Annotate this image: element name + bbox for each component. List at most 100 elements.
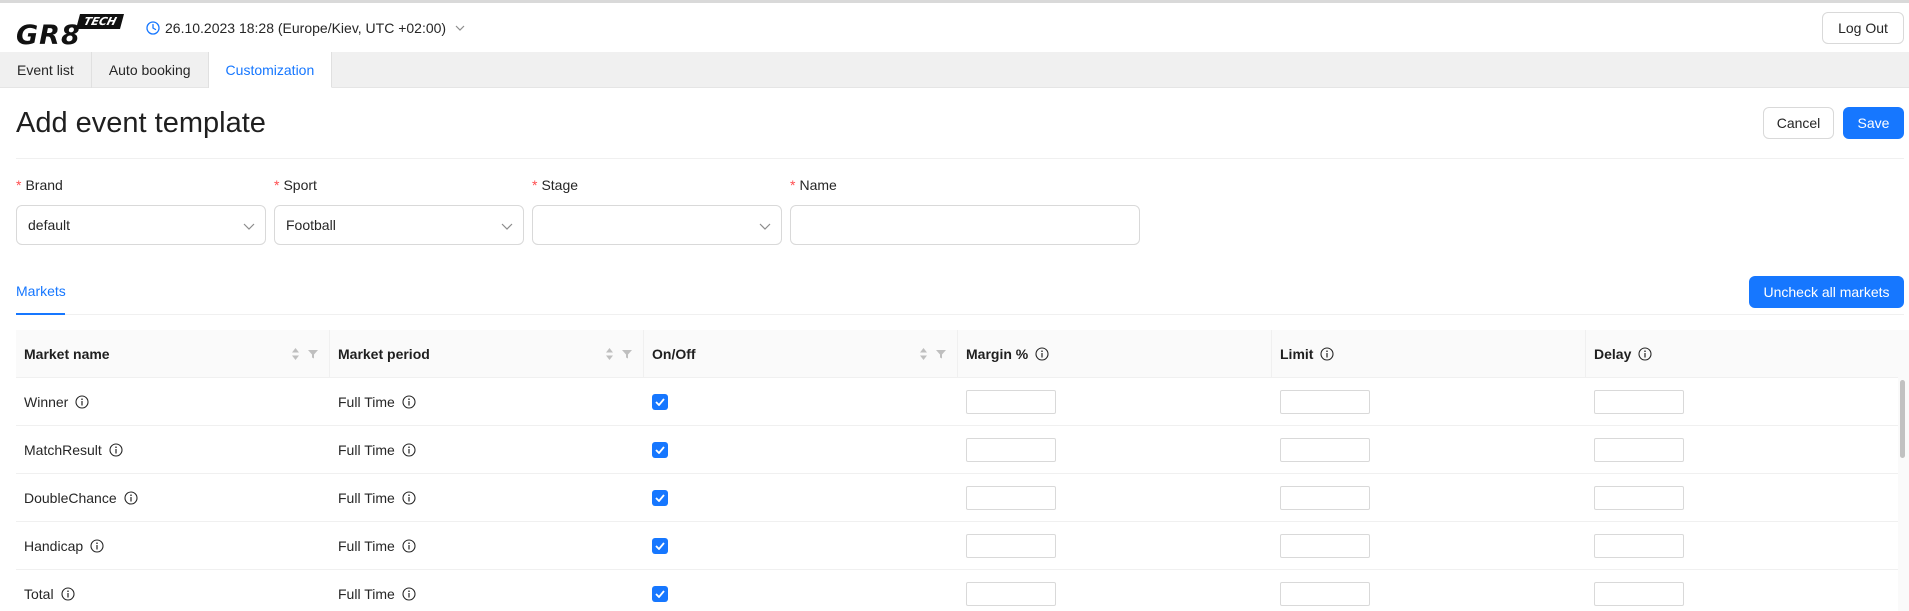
tab-markets[interactable]: Markets [16,283,66,299]
markets-table: Market name Market period On/Off Margin … [16,330,1898,611]
info-icon[interactable] [109,443,123,457]
cancel-button[interactable]: Cancel [1763,107,1834,139]
stage-select[interactable] [532,205,782,245]
margin-cell [958,522,1272,570]
limit-input[interactable] [1280,486,1370,510]
logo-text: GR8 [16,20,81,51]
checkmark-icon [655,542,665,550]
table-body: Winner Full Time MatchResult Full Time Doubl… [16,378,1898,611]
info-icon[interactable] [1035,347,1049,361]
page-title: Add event template [16,107,266,139]
save-button[interactable]: Save [1843,107,1904,139]
sort-icon[interactable] [919,347,928,361]
market-enabled-checkbox[interactable] [652,490,668,506]
chevron-down-icon [501,223,513,230]
info-icon[interactable] [402,491,416,505]
info-icon[interactable] [90,539,104,553]
margin-input[interactable] [966,534,1056,558]
market-enabled-checkbox[interactable] [652,442,668,458]
main-tabs: Event list Auto booking Customization [0,52,1909,88]
column-header-limit: Limit [1272,330,1586,378]
tab-customization[interactable]: Customization [208,52,333,88]
sport-select[interactable]: Football [274,205,524,245]
market-name: Total [24,586,54,602]
chevron-down-icon [243,223,255,230]
margin-cell [958,378,1272,426]
market-period: Full Time [338,442,395,458]
name-label: * Name [790,177,837,193]
info-icon[interactable] [402,443,416,457]
sport-value: Football [286,217,336,233]
delay-input[interactable] [1594,486,1684,510]
checkmark-icon [655,590,665,598]
info-icon[interactable] [402,539,416,553]
market-enabled-checkbox[interactable] [652,394,668,410]
info-icon[interactable] [124,491,138,505]
limit-cell [1272,426,1586,474]
market-period-cell: Full Time [330,522,644,570]
chevron-down-icon [759,223,771,230]
filter-icon[interactable] [307,348,319,360]
delay-input[interactable] [1594,582,1684,606]
info-icon[interactable] [402,395,416,409]
info-icon[interactable] [402,587,416,601]
delay-cell [1586,474,1898,522]
info-icon[interactable] [1320,347,1335,361]
info-icon[interactable] [1638,347,1652,361]
table-scrollbar[interactable] [1898,330,1909,611]
checkmark-icon [655,494,665,502]
market-enabled-checkbox[interactable] [652,538,668,554]
margin-input[interactable] [966,438,1056,462]
sport-field: * Sport Football [274,177,524,245]
market-period-cell: Full Time [330,474,644,522]
margin-input[interactable] [966,390,1056,414]
logout-button[interactable]: Log Out [1822,12,1904,44]
uncheck-all-markets-button[interactable]: Uncheck all markets [1749,276,1904,308]
market-period: Full Time [338,490,395,506]
limit-input[interactable] [1280,534,1370,558]
on-off-cell [644,426,958,474]
name-field: * Name [790,177,1140,245]
delay-input[interactable] [1594,534,1684,558]
margin-cell [958,570,1272,611]
filter-icon[interactable] [621,348,633,360]
sport-label: * Sport [274,177,317,193]
required-mark: * [532,177,538,193]
table-row: Total Full Time [16,570,1898,611]
market-period: Full Time [338,538,395,554]
delay-input[interactable] [1594,390,1684,414]
limit-input[interactable] [1280,390,1370,414]
limit-cell [1272,570,1586,611]
chevron-down-icon [455,25,465,31]
scrollbar-thumb[interactable] [1900,380,1905,458]
title-divider [16,158,1904,159]
on-off-cell [644,570,958,611]
brand-select[interactable]: default [16,205,266,245]
filter-icon[interactable] [935,348,947,360]
timezone-selector[interactable]: 26.10.2023 18:28 (Europe/Kiev, UTC +02:0… [146,20,466,36]
info-icon[interactable] [61,587,75,601]
limit-input[interactable] [1280,582,1370,606]
market-period-cell: Full Time [330,378,644,426]
market-enabled-checkbox[interactable] [652,586,668,602]
limit-cell [1272,474,1586,522]
table-row: DoubleChance Full Time [16,474,1898,522]
info-icon[interactable] [75,395,89,409]
margin-input[interactable] [966,582,1056,606]
brand-logo: GR8 TECH [16,10,126,51]
market-name: Winner [24,394,69,410]
stage-field: * Stage [532,177,782,245]
limit-cell [1272,522,1586,570]
column-header-margin: Margin % [958,330,1272,378]
sort-icon[interactable] [605,347,614,361]
column-header-market-name: Market name [16,330,330,378]
delay-input[interactable] [1594,438,1684,462]
tab-auto-booking[interactable]: Auto booking [92,52,209,88]
limit-cell [1272,378,1586,426]
limit-input[interactable] [1280,438,1370,462]
margin-cell [958,426,1272,474]
tab-event-list[interactable]: Event list [0,52,92,88]
margin-input[interactable] [966,486,1056,510]
sort-icon[interactable] [291,347,300,361]
name-input[interactable] [790,205,1140,245]
